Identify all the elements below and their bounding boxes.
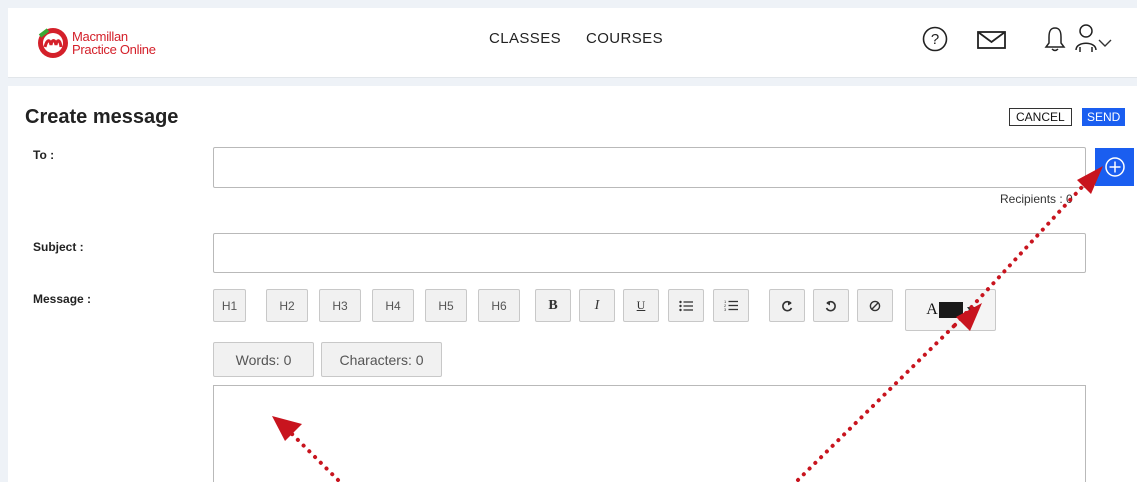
add-circle-icon: [1104, 157, 1125, 177]
logo-line-2: Practice Online: [72, 42, 156, 57]
subject-field[interactable]: [213, 233, 1086, 273]
word-count: Words: 0: [213, 342, 314, 377]
font-color-button[interactable]: A: [905, 289, 996, 331]
heading-4-button[interactable]: H4: [372, 289, 414, 322]
bold-button[interactable]: B: [535, 289, 571, 322]
numbered-list-icon: 123: [724, 299, 738, 312]
help-icon[interactable]: ?: [922, 26, 948, 57]
to-label: To :: [33, 148, 55, 162]
nav-item-classes[interactable]: CLASSES: [489, 30, 561, 47]
heading-1-button[interactable]: H1: [213, 289, 246, 322]
main-nav: CLASSES COURSES: [489, 30, 663, 47]
heading-3-button[interactable]: H3: [319, 289, 361, 322]
logo-text: Macmillan Practice Online: [72, 30, 156, 56]
font-color-letter: A: [926, 301, 938, 318]
italic-button[interactable]: I: [579, 289, 615, 322]
nav-item-courses[interactable]: COURSES: [586, 30, 663, 47]
page-title: Create message: [25, 106, 179, 128]
recipients-count: Recipients : 0: [1000, 192, 1073, 206]
caret-down-icon: [966, 307, 975, 313]
undo-button[interactable]: [813, 289, 849, 322]
mail-icon[interactable]: [977, 31, 1007, 54]
clear-format-button[interactable]: [857, 289, 893, 322]
macmillan-logo[interactable]: Macmillan Practice Online: [36, 26, 156, 60]
cancel-button[interactable]: CANCEL: [1009, 108, 1072, 126]
underline-button[interactable]: U: [623, 289, 659, 322]
heading-5-button[interactable]: H5: [425, 289, 467, 322]
bullet-list-icon: [679, 300, 693, 311]
svg-text:3: 3: [724, 307, 727, 312]
chevron-down-icon[interactable]: [1098, 35, 1112, 53]
message-editor[interactable]: [213, 385, 1086, 482]
macmillan-logo-mark: [36, 26, 70, 60]
redo-icon: [782, 300, 793, 311]
user-icon[interactable]: [1074, 23, 1098, 58]
to-field[interactable]: [213, 147, 1086, 188]
message-label: Message :: [33, 292, 92, 306]
subject-label: Subject :: [33, 240, 84, 254]
heading-6-button[interactable]: H6: [478, 289, 520, 322]
heading-2-button[interactable]: H2: [266, 289, 308, 322]
svg-text:?: ?: [931, 31, 939, 48]
clear-format-icon: [869, 300, 881, 311]
font-color-swatch: [938, 302, 963, 318]
bullet-list-button[interactable]: [668, 289, 704, 322]
bell-icon[interactable]: [1044, 25, 1066, 58]
add-recipient-button[interactable]: [1095, 148, 1134, 186]
top-header: Macmillan Practice Online CLASSES COURSE…: [8, 8, 1137, 78]
send-button[interactable]: SEND: [1082, 108, 1126, 126]
redo-button[interactable]: [769, 289, 805, 322]
numbered-list-button[interactable]: 123: [713, 289, 749, 322]
undo-icon: [825, 300, 836, 311]
character-count: Characters: 0: [321, 342, 442, 377]
